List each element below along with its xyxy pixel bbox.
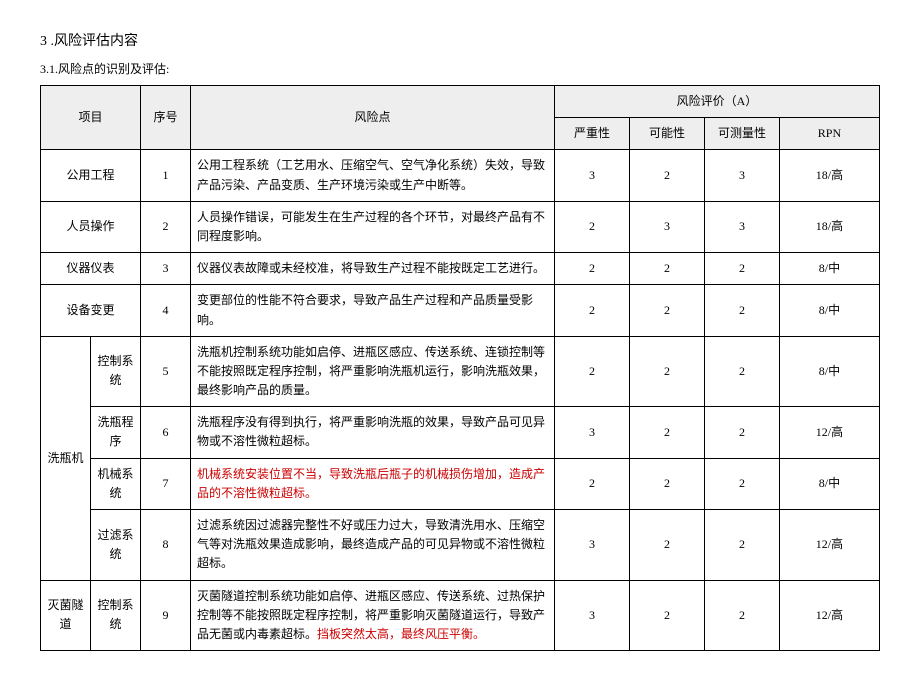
cell-meas: 2 [704,285,779,336]
table-row: 公用工程 1 公用工程系统（工艺用水、压缩空气、空气净化系统）失效，导致产品污染… [41,150,880,201]
header-eval: 风险评价（A） [554,86,879,118]
table-row: 洗瓶机 控制系统 5 洗瓶机控制系统功能如启停、进瓶区感应、传送系统、连锁控制等… [41,336,880,407]
cell-prob: 2 [629,407,704,458]
cell-meas: 2 [704,458,779,509]
sub-title: 3.1.风险点的识别及评估: [40,60,880,77]
cell-rpn: 8/中 [779,336,879,407]
sub-title-text: 风险点的识别及评估: [58,62,169,76]
table-row: 机械系统 7 机械系统安装位置不当，导致洗瓶后瓶子的机械损伤增加，造成产品的不溶… [41,458,880,509]
cell-project-group: 洗瓶机 [41,336,91,580]
section-number: 3 [40,34,47,49]
table-row: 灭菌隧道 控制系统 9 灭菌隧道控制系统功能如启停、进瓶区感应、传送系统、过热保… [41,580,880,651]
cell-desc: 洗瓶程序没有得到执行，将严重影响洗瓶的效果，导致产品可见异物或不溶性微粒超标。 [191,407,555,458]
cell-meas: 3 [704,150,779,201]
cell-prob: 3 [629,201,704,252]
cell-rpn: 12/高 [779,407,879,458]
cell-prob: 2 [629,336,704,407]
table-header-row-1: 项目 序号 风险点 风险评价（A） [41,86,880,118]
cell-sev: 2 [554,458,629,509]
cell-rpn: 18/高 [779,201,879,252]
risk-table: 项目 序号 风险点 风险评价（A） 严重性 可能性 可测量性 RPN 公用工程 … [40,85,880,651]
cell-rpn: 8/中 [779,253,879,285]
sub-number: 3.1. [40,62,58,76]
cell-rpn: 12/高 [779,580,879,651]
cell-sub: 控制系统 [91,336,141,407]
cell-meas: 2 [704,253,779,285]
cell-seq: 3 [141,253,191,285]
cell-sev: 3 [554,150,629,201]
cell-meas: 2 [704,510,779,581]
header-probability: 可能性 [629,118,704,150]
cell-sub: 机械系统 [91,458,141,509]
cell-sev: 2 [554,253,629,285]
cell-seq: 5 [141,336,191,407]
table-row: 洗瓶程序 6 洗瓶程序没有得到执行，将严重影响洗瓶的效果，导致产品可见异物或不溶… [41,407,880,458]
cell-desc: 灭菌隧道控制系统功能如启停、进瓶区感应、传送系统、过热保护控制等不能按照既定程序… [191,580,555,651]
cell-prob: 2 [629,253,704,285]
cell-seq: 9 [141,580,191,651]
cell-project-group: 灭菌隧道 [41,580,91,651]
cell-project: 设备变更 [41,285,141,336]
cell-seq: 7 [141,458,191,509]
cell-sev: 3 [554,407,629,458]
cell-sub: 过滤系统 [91,510,141,581]
cell-prob: 2 [629,285,704,336]
cell-project: 仪器仪表 [41,253,141,285]
header-risk: 风险点 [191,86,555,150]
cell-sev: 2 [554,336,629,407]
cell-desc: 洗瓶机控制系统功能如启停、进瓶区感应、传送系统、连锁控制等不能按照既定程序控制，… [191,336,555,407]
cell-sub: 洗瓶程序 [91,407,141,458]
cell-seq: 6 [141,407,191,458]
cell-sub: 控制系统 [91,580,141,651]
table-row: 设备变更 4 变更部位的性能不符合要求，导致产品生产过程和产品质量受影响。 2 … [41,285,880,336]
cell-desc: 过滤系统因过滤器完整性不好或压力过大，导致清洗用水、压缩空气等对洗瓶效果造成影响… [191,510,555,581]
header-seq: 序号 [141,86,191,150]
cell-prob: 2 [629,150,704,201]
cell-rpn: 12/高 [779,510,879,581]
cell-desc-red: 机械系统安装位置不当，导致洗瓶后瓶子的机械损伤增加，造成产品的不溶性微粒超标。 [197,467,545,500]
table-row: 人员操作 2 人员操作错误，可能发生在生产过程的各个环节，对最终产品有不同程度影… [41,201,880,252]
cell-desc: 人员操作错误，可能发生在生产过程的各个环节，对最终产品有不同程度影响。 [191,201,555,252]
cell-seq: 1 [141,150,191,201]
cell-seq: 2 [141,201,191,252]
cell-desc: 机械系统安装位置不当，导致洗瓶后瓶子的机械损伤增加，造成产品的不溶性微粒超标。 [191,458,555,509]
section-title: 3 .风险评估内容 [40,30,880,50]
cell-prob: 2 [629,510,704,581]
cell-rpn: 8/中 [779,285,879,336]
cell-meas: 2 [704,580,779,651]
cell-prob: 2 [629,458,704,509]
cell-sev: 3 [554,510,629,581]
cell-project: 人员操作 [41,201,141,252]
cell-sev: 2 [554,285,629,336]
cell-desc: 变更部位的性能不符合要求，导致产品生产过程和产品质量受影响。 [191,285,555,336]
cell-sev: 3 [554,580,629,651]
header-severity: 严重性 [554,118,629,150]
cell-rpn: 18/高 [779,150,879,201]
header-project: 项目 [41,86,141,150]
section-title-text: .风险评估内容 [51,34,139,49]
cell-desc: 仪器仪表故障或未经校准，将导致生产过程不能按既定工艺进行。 [191,253,555,285]
cell-meas: 2 [704,336,779,407]
cell-prob: 2 [629,580,704,651]
cell-project: 公用工程 [41,150,141,201]
table-row: 过滤系统 8 过滤系统因过滤器完整性不好或压力过大，导致清洗用水、压缩空气等对洗… [41,510,880,581]
header-measurability: 可测量性 [704,118,779,150]
cell-desc: 公用工程系统（工艺用水、压缩空气、空气净化系统）失效，导致产品污染、产品变质、生… [191,150,555,201]
table-row: 仪器仪表 3 仪器仪表故障或未经校准，将导致生产过程不能按既定工艺进行。 2 2… [41,253,880,285]
header-rpn: RPN [779,118,879,150]
cell-desc-red: 挡板突然太高，最终风压平衡。 [317,627,485,641]
cell-rpn: 8/中 [779,458,879,509]
cell-seq: 4 [141,285,191,336]
cell-meas: 2 [704,407,779,458]
cell-seq: 8 [141,510,191,581]
cell-meas: 3 [704,201,779,252]
cell-sev: 2 [554,201,629,252]
